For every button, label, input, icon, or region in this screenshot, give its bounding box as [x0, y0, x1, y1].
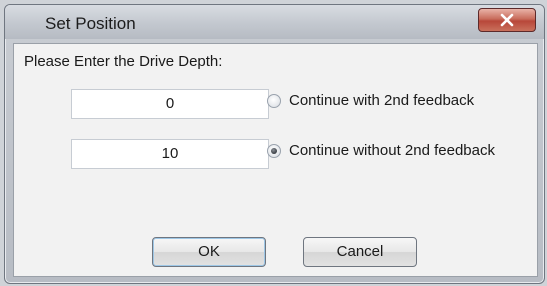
close-button[interactable] [478, 8, 536, 32]
option-with-feedback[interactable]: Continue with 2nd feedback [267, 92, 474, 109]
drive-depth-prompt: Please Enter the Drive Depth: [24, 53, 223, 70]
dialog-window: Set Position Please Enter the Drive Dept… [4, 4, 545, 284]
ok-button[interactable]: OK [152, 237, 266, 267]
option-without-feedback[interactable]: Continue without 2nd feedback [267, 142, 495, 159]
radio-label-with-feedback: Continue with 2nd feedback [289, 92, 475, 109]
window-title: Set Position [45, 14, 136, 33]
depth-field-1[interactable]: 0 [71, 89, 269, 119]
close-icon [500, 13, 514, 27]
radio-without-feedback[interactable] [267, 143, 281, 158]
radio-with-feedback[interactable] [267, 93, 281, 108]
depth-field-2[interactable]: 10 [71, 139, 269, 169]
title-bar[interactable]: Set Position [5, 5, 544, 39]
radio-selected-dot [271, 147, 277, 154]
radio-label-without-feedback: Continue without 2nd feedback [289, 142, 495, 159]
cancel-button[interactable]: Cancel [303, 237, 417, 267]
